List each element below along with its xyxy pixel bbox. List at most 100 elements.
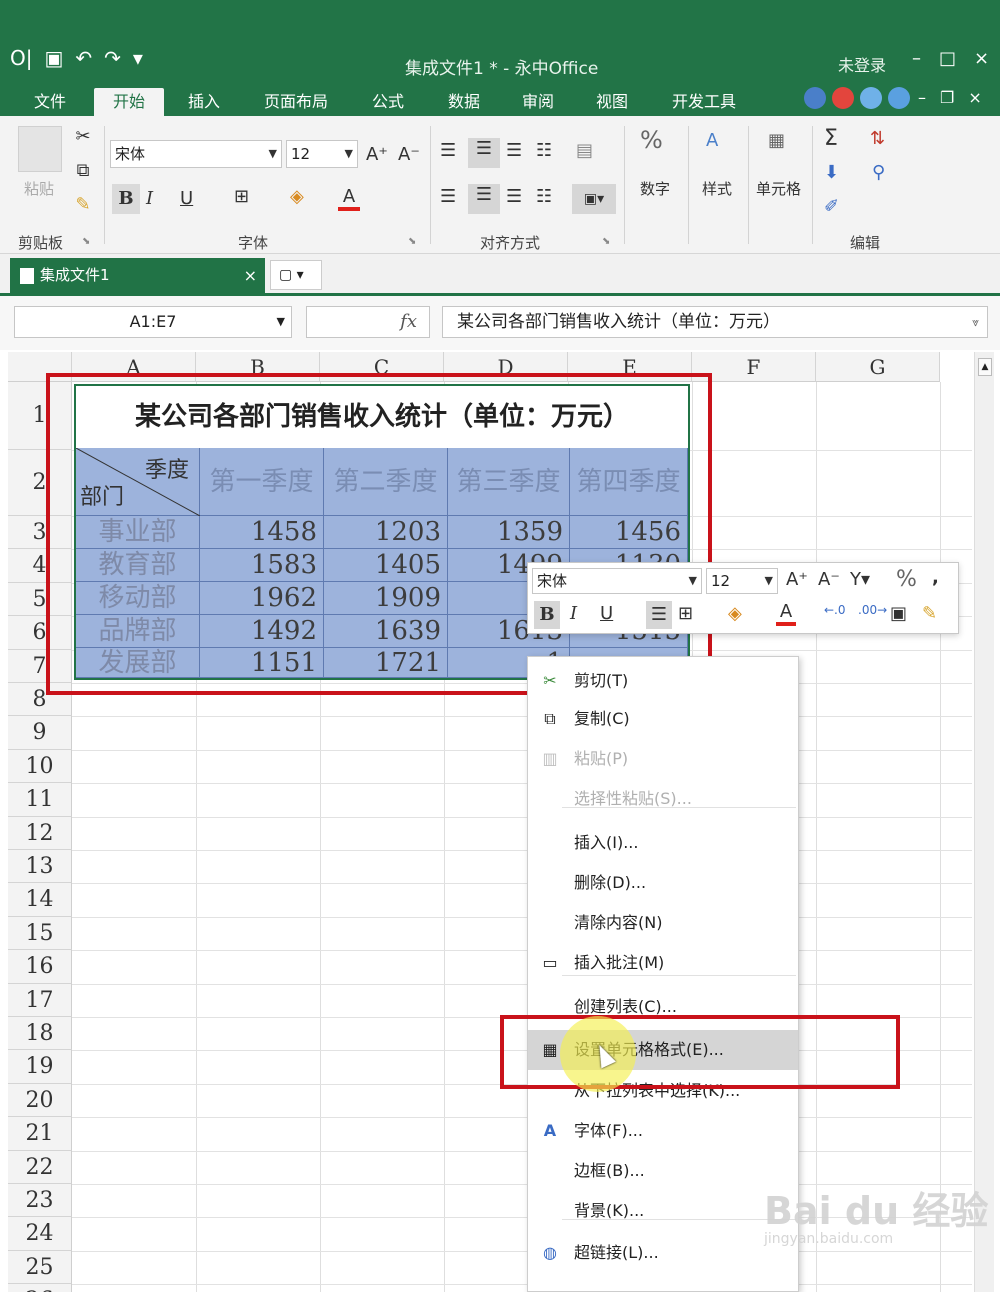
context-menu-item[interactable]: 插入(I)...	[528, 823, 798, 863]
align-center-icon[interactable]: ☰	[468, 184, 500, 214]
styles-button[interactable]: 样式	[702, 178, 732, 199]
mini-format-painter-icon[interactable]: ✎	[922, 603, 937, 624]
context-menu-item[interactable]: ▭ 插入批注(M)	[528, 943, 798, 983]
alignment-launcher-icon[interactable]: ⬊	[602, 236, 610, 247]
tab-home[interactable]: 开始	[94, 88, 164, 116]
cut-icon[interactable]: ✂	[70, 126, 96, 147]
mini-shrink-font-icon[interactable]: A⁻	[818, 569, 840, 590]
mini-bold-button[interactable]: B	[534, 601, 560, 629]
indent-icon[interactable]: ☷	[536, 186, 552, 207]
help-icon[interactable]	[888, 87, 910, 109]
row-header[interactable]: 21	[8, 1117, 72, 1151]
mini-size-combo[interactable]: 12 ▼	[706, 568, 778, 594]
clear-icon[interactable]: ✐	[824, 196, 839, 217]
context-menu-item[interactable]: A 字体(F)...	[528, 1111, 798, 1151]
orientation-icon[interactable]: ▤	[576, 140, 593, 161]
row-header[interactable]: 24	[8, 1217, 72, 1251]
mini-font-color-icon[interactable]: A	[776, 601, 796, 626]
record-icon[interactable]	[832, 87, 854, 109]
align-bottom-icon[interactable]: ☰	[506, 140, 522, 161]
row-header[interactable]: 15	[8, 916, 72, 951]
bold-button[interactable]: B	[112, 184, 140, 214]
cells-button[interactable]: 单元格	[756, 178, 801, 199]
tab-page-layout[interactable]: 页面布局	[254, 88, 338, 116]
row-header[interactable]: 18	[8, 1017, 72, 1051]
tab-review[interactable]: 审阅	[510, 88, 566, 116]
row-header[interactable]: 14	[8, 883, 72, 917]
borders-icon[interactable]: ⊞	[234, 186, 249, 207]
scroll-up-icon[interactable]: ▲	[978, 358, 992, 376]
row-header[interactable]: 9	[8, 716, 72, 750]
align-top-icon[interactable]: ☰	[440, 140, 456, 161]
mini-grow-font-icon[interactable]: A⁺	[786, 569, 808, 590]
customize-qat-icon[interactable]: ▾	[133, 46, 143, 70]
align-left-icon[interactable]: ☰	[440, 186, 456, 207]
row-header[interactable]: 11	[8, 783, 72, 817]
row-header[interactable]: 19	[8, 1050, 72, 1084]
collapse-ribbon-icon[interactable]	[860, 87, 882, 109]
row-header[interactable]: 12	[8, 816, 72, 850]
doc-close-button[interactable]: ×	[968, 88, 981, 107]
mini-font-combo[interactable]: 宋体 ▼	[532, 568, 702, 594]
mini-comma-button[interactable]: ,	[932, 567, 939, 588]
redo-icon[interactable]: ↷	[104, 46, 121, 70]
percent-icon[interactable]: %	[640, 126, 663, 154]
context-menu-item[interactable]: 删除(D)...	[528, 863, 798, 903]
close-button[interactable]: ×	[974, 48, 989, 69]
format-painter-icon[interactable]: ✎	[70, 194, 96, 215]
login-status[interactable]: 未登录	[838, 52, 886, 76]
context-menu-item[interactable]: ✂ 剪切(T)	[528, 661, 798, 701]
align-middle-icon[interactable]: ☰	[468, 138, 500, 168]
font-launcher-icon[interactable]: ⬊	[408, 236, 416, 247]
font-color-icon[interactable]: A	[338, 186, 360, 211]
context-menu-item[interactable]: ⧉ 复制(C)	[528, 699, 798, 739]
back-icon[interactable]	[804, 87, 826, 109]
insert-function-button[interactable]: fx	[306, 306, 430, 338]
shrink-font-icon[interactable]: A⁻	[398, 144, 420, 165]
tab-view[interactable]: 视图	[584, 88, 640, 116]
mini-merge-icon[interactable]: ▣	[890, 603, 907, 624]
row-header[interactable]: 25	[8, 1250, 72, 1285]
row-header[interactable]: 10	[8, 749, 72, 784]
doc-restore-button[interactable]: ❐	[940, 88, 954, 107]
name-box[interactable]: A1:E7 ▼	[14, 306, 292, 338]
copy-icon[interactable]: ⧉	[70, 160, 96, 181]
sort-filter-icon[interactable]: ⇅	[870, 128, 885, 149]
wrap-text-icon[interactable]: ☷	[536, 140, 552, 161]
formula-input[interactable]: 某公司各部门销售收入统计（单位：万元） ⩔	[442, 306, 988, 338]
context-menu-item[interactable]: 边框(B)...	[528, 1151, 798, 1191]
mini-style-icon[interactable]: Y▾	[850, 569, 870, 590]
new-document-button[interactable]: ▢ ▾	[270, 260, 322, 290]
maximize-button[interactable]: □	[939, 48, 956, 69]
mini-borders-icon[interactable]: ⊞	[678, 603, 693, 624]
close-tab-button[interactable]: ×	[244, 258, 257, 293]
undo-icon[interactable]: ↶	[75, 46, 92, 70]
merge-cells-icon[interactable]: ▣▾	[572, 184, 616, 214]
grow-font-icon[interactable]: A⁺	[366, 144, 388, 165]
column-header[interactable]: G	[816, 352, 940, 382]
font-size-combo[interactable]: 12 ▼	[286, 140, 358, 168]
row-header[interactable]: 20	[8, 1083, 72, 1118]
save-icon[interactable]: ▣	[44, 46, 63, 70]
mini-percent-button[interactable]: %	[896, 567, 917, 592]
font-name-combo[interactable]: 宋体 ▼	[110, 140, 282, 168]
paste-icon[interactable]	[18, 126, 62, 172]
clipboard-launcher-icon[interactable]: ⬊	[82, 236, 90, 247]
fill-color-icon[interactable]: ◈	[290, 186, 304, 207]
find-icon[interactable]: ⚲	[872, 162, 885, 183]
document-tab[interactable]: 集成文件1 ×	[10, 258, 265, 293]
fill-icon[interactable]: ⬇	[824, 162, 839, 183]
align-right-icon[interactable]: ☰	[506, 186, 522, 207]
row-header[interactable]: 23	[8, 1184, 72, 1218]
tab-developer[interactable]: 开发工具	[662, 88, 746, 116]
tab-formulas[interactable]: 公式	[360, 88, 416, 116]
underline-button[interactable]: U	[180, 188, 193, 209]
context-menu-item[interactable]: 清除内容(N)	[528, 903, 798, 943]
paste-button[interactable]: 粘贴	[24, 178, 54, 199]
mini-fill-color-icon[interactable]: ◈	[728, 603, 742, 624]
doc-minimize-button[interactable]: –	[918, 88, 926, 107]
row-header[interactable]: 16	[8, 950, 72, 984]
autosum-icon[interactable]: Σ	[824, 126, 838, 151]
expand-formula-icon[interactable]: ⩔	[972, 307, 979, 337]
italic-button[interactable]: I	[146, 188, 153, 209]
